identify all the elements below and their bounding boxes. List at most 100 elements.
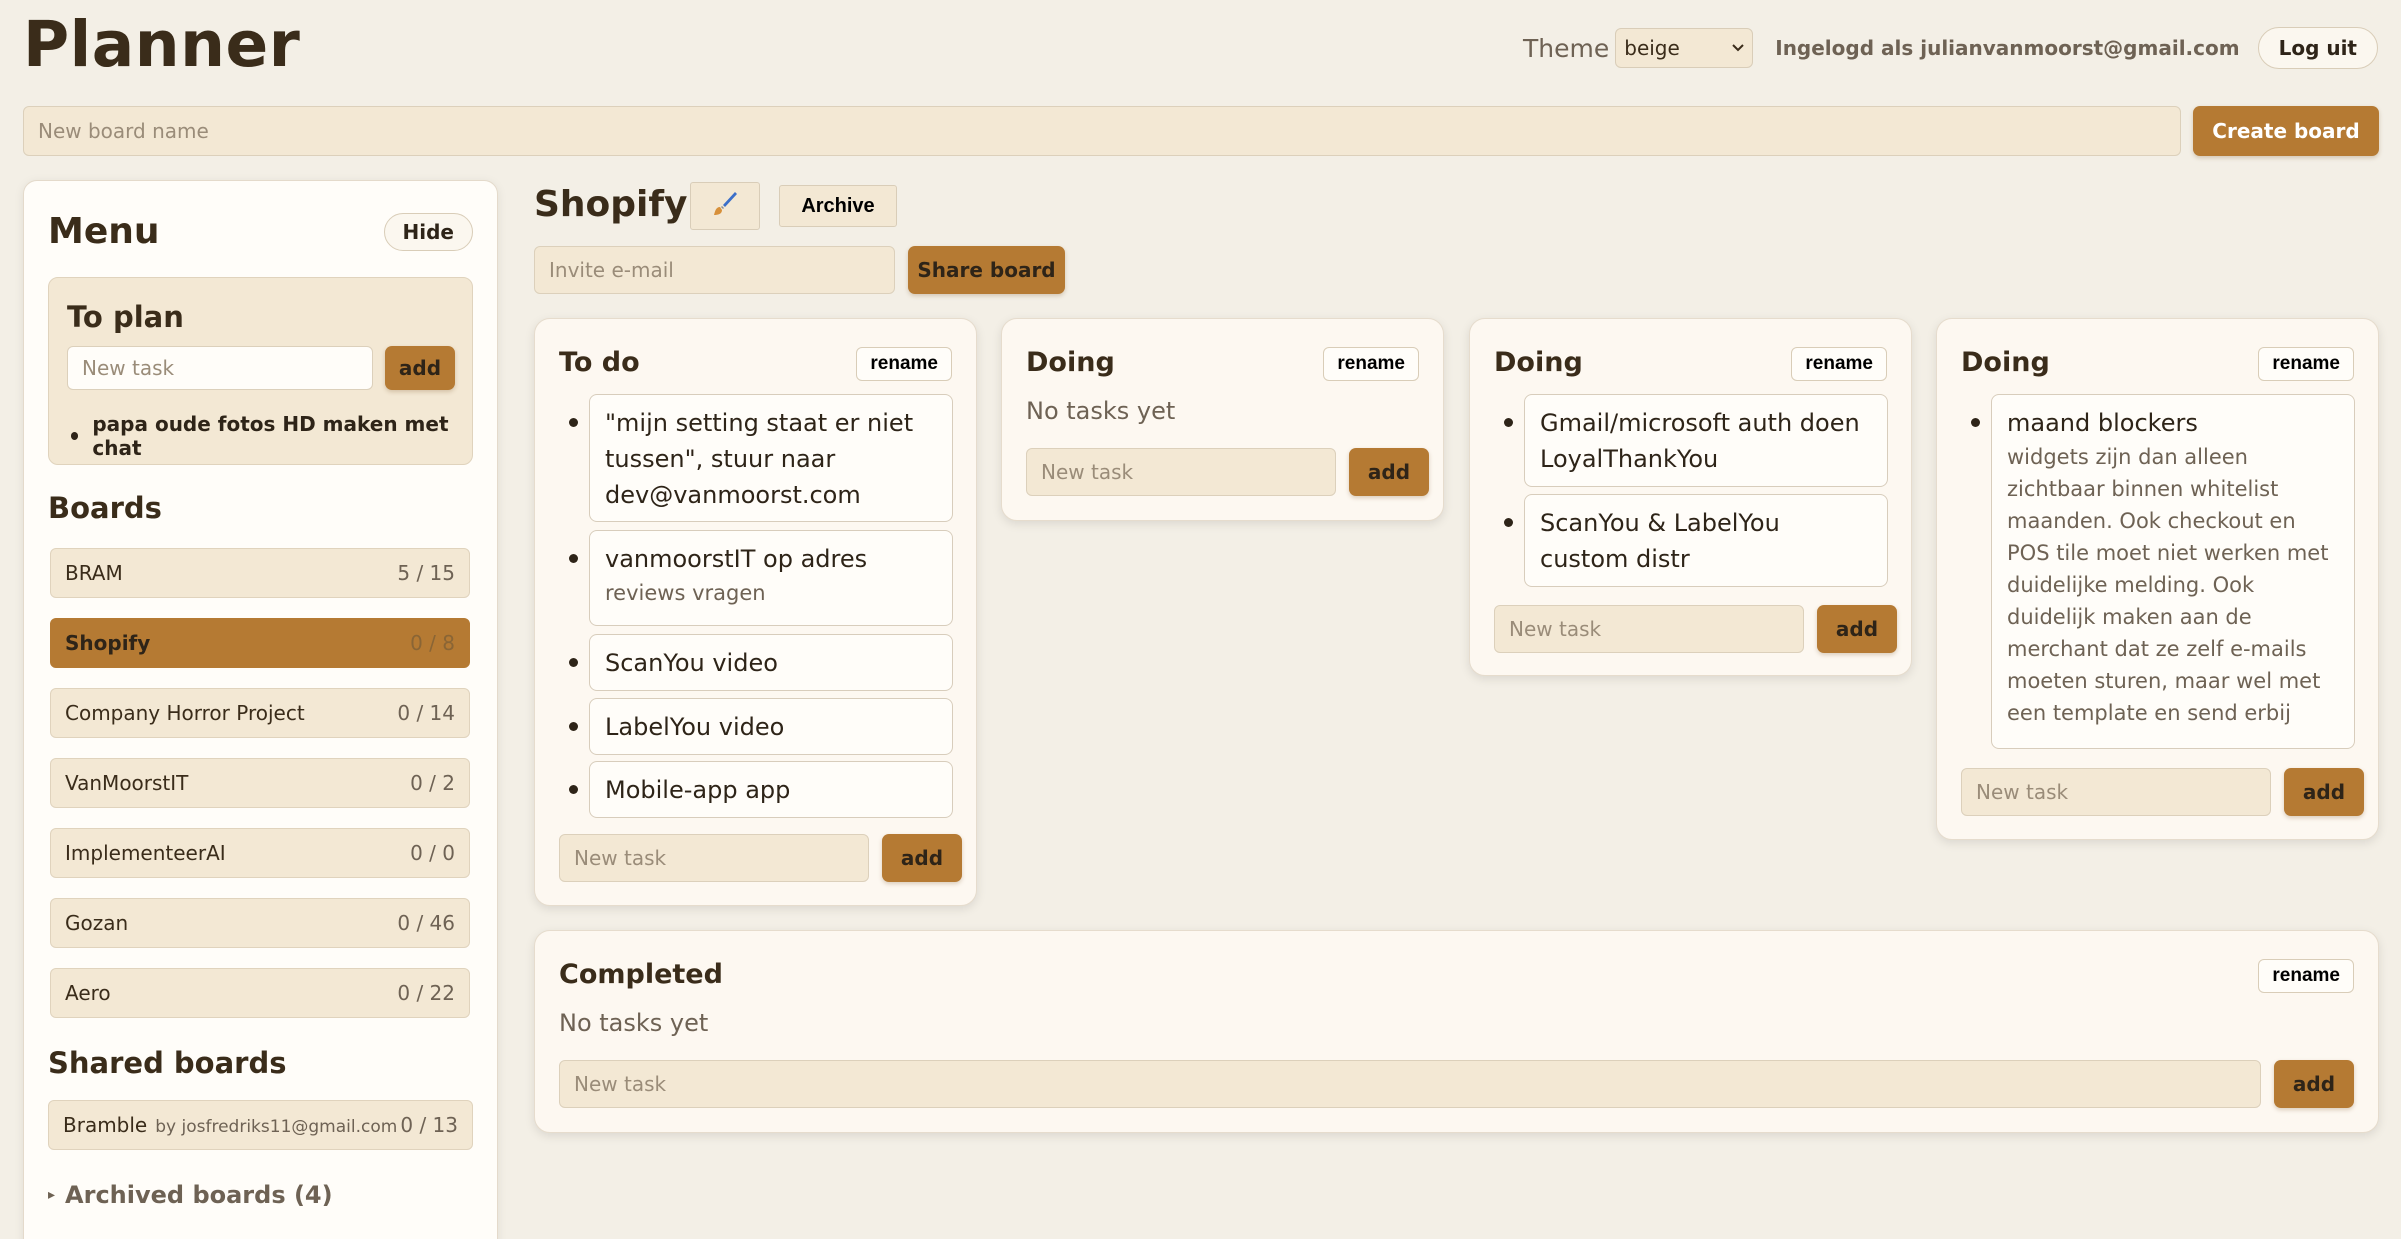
- archived-boards-toggle[interactable]: ▸ Archived boards (4): [48, 1181, 333, 1209]
- new-task-input[interactable]: New task: [559, 834, 869, 882]
- to-plan-item-label: papa oude fotos HD maken met chat: [92, 412, 449, 460]
- theme-label: Theme: [1523, 33, 1610, 63]
- column-title: Doing: [1026, 347, 1115, 378]
- hide-sidebar-button[interactable]: Hide: [383, 213, 473, 251]
- sidebar: Menu Hide To plan New task add papa oude…: [23, 180, 498, 1239]
- task-card[interactable]: Mobile-app app: [589, 761, 953, 818]
- chevron-down-icon: [1732, 40, 1744, 56]
- board-count: 0 / 46: [397, 911, 455, 935]
- rename-column-button[interactable]: rename: [2258, 959, 2354, 993]
- rename-column-button[interactable]: rename: [856, 347, 952, 381]
- task-title: LabelYou video: [605, 713, 785, 741]
- logged-in-user: Ingelogd als julianvanmoorst@gmail.com: [1775, 36, 2240, 60]
- task-title: "mijn setting staat er niet tussen", stu…: [605, 409, 914, 509]
- sidebar-board-implementeerai[interactable]: ImplementeerAI 0 / 0: [50, 828, 470, 878]
- board-count: 0 / 22: [397, 981, 455, 1005]
- task-title: Mobile-app app: [605, 776, 791, 804]
- menu-title: Menu: [48, 211, 160, 252]
- new-task-input[interactable]: New task: [1026, 448, 1336, 496]
- task-title: maand blockers: [2007, 409, 2198, 437]
- board-count: 0 / 8: [410, 631, 455, 655]
- bullet-icon: [569, 418, 578, 427]
- column-title: Doing: [1494, 347, 1583, 378]
- board-color-button[interactable]: [690, 182, 760, 230]
- new-task-input[interactable]: New task: [559, 1060, 2261, 1108]
- sidebar-shared-board-bramble[interactable]: Bramble by josfredriks11@gmail.com 0 / 13: [48, 1100, 473, 1150]
- board-count: 0 / 13: [400, 1113, 458, 1137]
- task-card[interactable]: maand blockers widgets zijn dan alleen z…: [1991, 394, 2355, 749]
- no-tasks-message: No tasks yet: [1026, 397, 1176, 425]
- board-count: 0 / 14: [397, 701, 455, 725]
- task-description: widgets zijn dan alleen zichtbaar binnen…: [2007, 445, 2329, 725]
- boards-title: Boards: [48, 491, 162, 525]
- sidebar-board-gozan[interactable]: Gozan 0 / 46: [50, 898, 470, 948]
- to-plan-item[interactable]: papa oude fotos HD maken met chat: [71, 412, 472, 460]
- sidebar-board-aero[interactable]: Aero 0 / 22: [50, 968, 470, 1018]
- column-title: Completed: [559, 959, 723, 990]
- task-card[interactable]: vanmoorstIT op adres reviews vragen: [589, 530, 953, 626]
- to-plan-panel: To plan New task add papa oude fotos HD …: [48, 277, 473, 465]
- column-completed: Completed rename No tasks yet New task a…: [534, 930, 2379, 1133]
- sidebar-board-shopify[interactable]: Shopify 0 / 8: [50, 618, 470, 668]
- share-board-button[interactable]: Share board: [908, 246, 1065, 294]
- new-board-input[interactable]: New board name: [23, 106, 2181, 156]
- bullet-icon: [569, 658, 578, 667]
- board-title: Shopify: [534, 184, 688, 225]
- add-task-button[interactable]: add: [1817, 605, 1897, 653]
- board-name: Aero: [65, 981, 111, 1005]
- bullet-icon: [569, 554, 578, 563]
- bullet-icon: [71, 432, 79, 440]
- board-count: 0 / 0: [410, 841, 455, 865]
- bullet-icon: [1971, 418, 1980, 427]
- board-name: Shopify: [65, 631, 151, 655]
- shared-boards-title: Shared boards: [48, 1046, 287, 1080]
- add-task-button[interactable]: add: [882, 834, 962, 882]
- bullet-icon: [569, 722, 578, 731]
- to-plan-add-button[interactable]: add: [385, 346, 455, 390]
- column-title: To do: [559, 347, 640, 378]
- theme-select-value: beige: [1624, 36, 1680, 60]
- archive-board-button[interactable]: Archive: [779, 185, 897, 227]
- task-card[interactable]: ScanYou & LabelYou custom distr: [1524, 494, 1888, 587]
- task-title: Gmail/microsoft auth doen LoyalThankYou: [1540, 409, 1860, 473]
- add-task-button[interactable]: add: [1349, 448, 1429, 496]
- sidebar-board-bram[interactable]: BRAM 5 / 15: [50, 548, 470, 598]
- new-task-input[interactable]: New task: [1961, 768, 2271, 816]
- sidebar-board-vanmoorstit[interactable]: VanMoorstIT 0 / 2: [50, 758, 470, 808]
- task-card[interactable]: Gmail/microsoft auth doen LoyalThankYou: [1524, 394, 1888, 487]
- board-name: Company Horror Project: [65, 701, 305, 725]
- no-tasks-message: No tasks yet: [559, 1009, 709, 1037]
- task-card[interactable]: LabelYou video: [589, 698, 953, 755]
- task-title: ScanYou & LabelYou custom distr: [1540, 509, 1780, 573]
- invite-email-input[interactable]: Invite e-mail: [534, 246, 895, 294]
- rename-column-button[interactable]: rename: [1791, 347, 1887, 381]
- board-name: BRAM: [65, 561, 123, 585]
- to-plan-task-input[interactable]: New task: [67, 346, 373, 390]
- board-name: Gozan: [65, 911, 129, 935]
- sidebar-board-company-horror-project[interactable]: Company Horror Project 0 / 14: [50, 688, 470, 738]
- paintbrush-icon: [710, 189, 740, 223]
- board-name: ImplementeerAI: [65, 841, 226, 865]
- task-description: reviews vragen: [605, 581, 766, 605]
- task-title: ScanYou video: [605, 649, 778, 677]
- board-name: Bramble: [63, 1113, 148, 1137]
- to-plan-title: To plan: [67, 300, 184, 334]
- logout-button[interactable]: Log uit: [2257, 27, 2378, 69]
- task-card[interactable]: "mijn setting staat er niet tussen", stu…: [589, 394, 953, 522]
- new-task-input[interactable]: New task: [1494, 605, 1804, 653]
- column-title: Doing: [1961, 347, 2050, 378]
- column-doing-2: Doing rename Gmail/microsoft auth doen L…: [1469, 318, 1912, 676]
- add-task-button[interactable]: add: [2284, 768, 2364, 816]
- rename-column-button[interactable]: rename: [1323, 347, 1419, 381]
- board-name: VanMoorstIT: [65, 771, 189, 795]
- bullet-icon: [1504, 518, 1513, 527]
- column-to-do: To do rename "mijn setting staat er niet…: [534, 318, 977, 906]
- create-board-button[interactable]: Create board: [2193, 106, 2379, 156]
- column-doing-1: Doing rename No tasks yet New task add: [1001, 318, 1444, 521]
- bullet-icon: [1504, 418, 1513, 427]
- add-task-button[interactable]: add: [2274, 1060, 2354, 1108]
- board-count: 0 / 2: [410, 771, 455, 795]
- rename-column-button[interactable]: rename: [2258, 347, 2354, 381]
- theme-select[interactable]: beige: [1615, 28, 1754, 68]
- task-card[interactable]: ScanYou video: [589, 634, 953, 691]
